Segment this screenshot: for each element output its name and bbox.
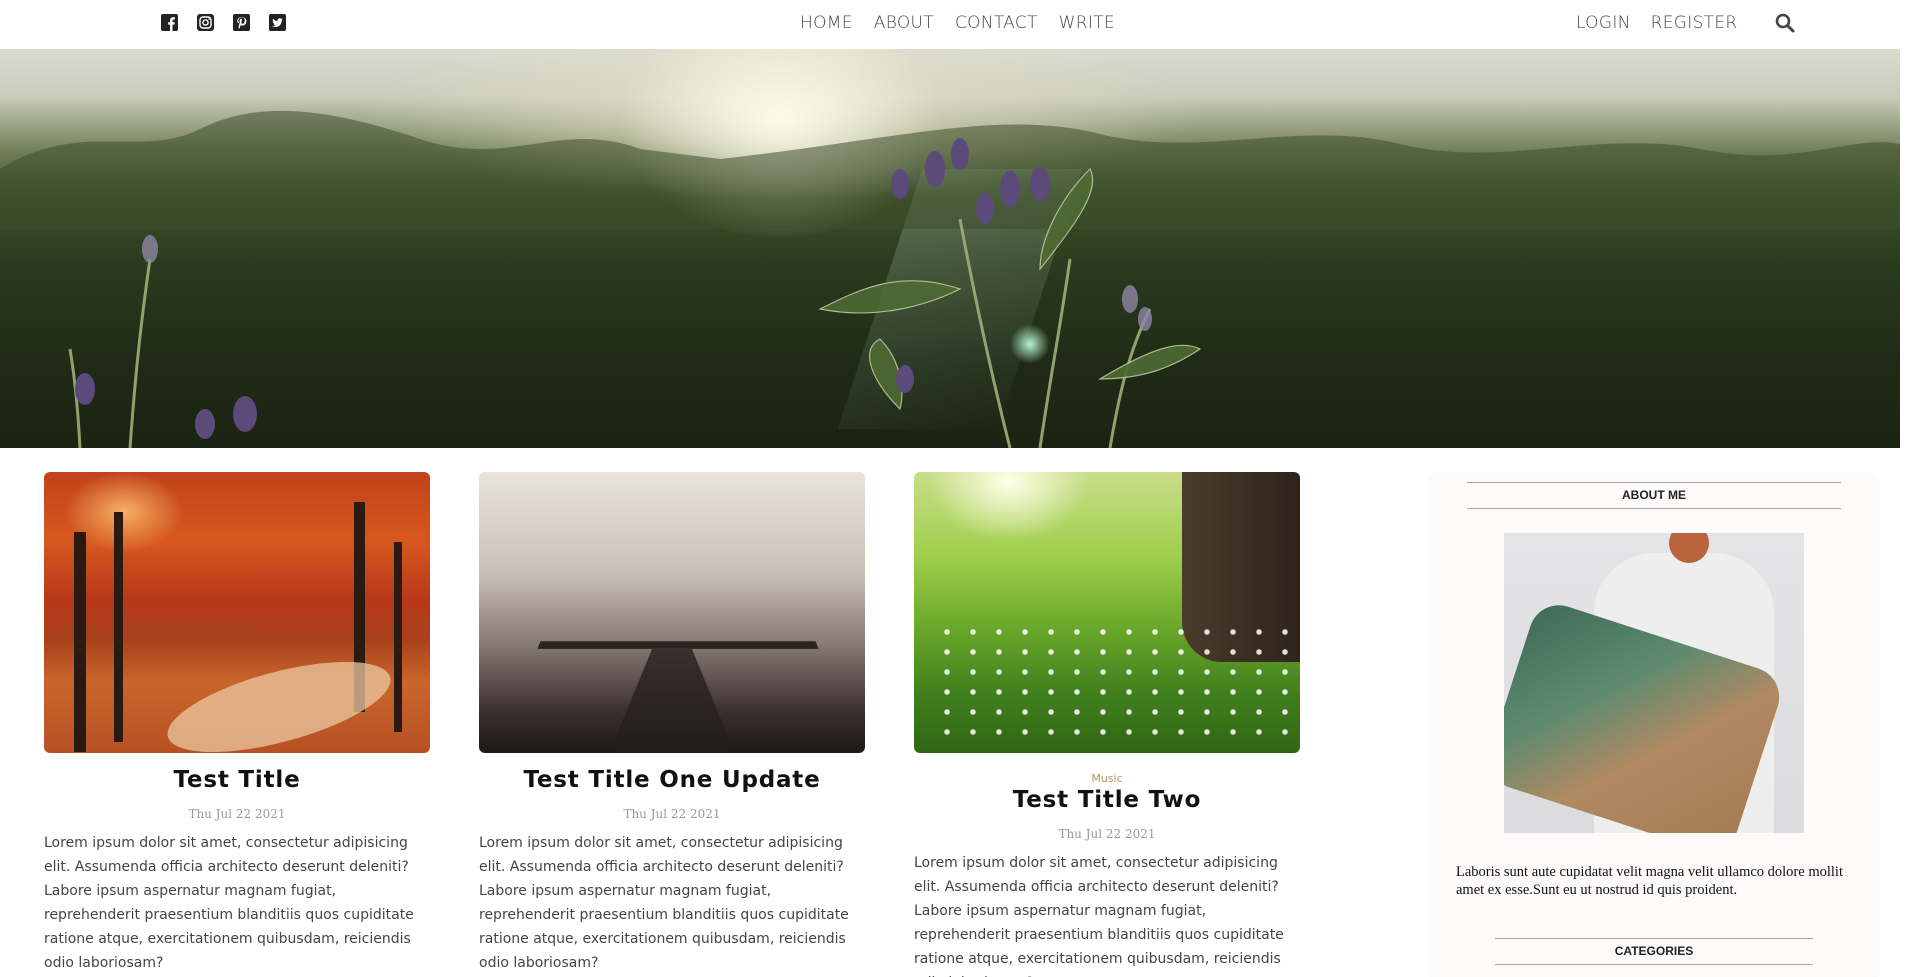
post-card: Test Title Thu Jul 22 2021 Lorem ipsum d… — [44, 472, 430, 975]
register-link[interactable]: REGISTER — [1651, 11, 1738, 35]
main-nav: HOME ABOUT CONTACT WRITE — [800, 11, 1115, 35]
post-excerpt: Lorem ipsum dolor sit amet, consectetur … — [479, 835, 849, 971]
post-date: Thu Jul 22 2021 — [1058, 827, 1156, 841]
post-date: Thu Jul 22 2021 — [188, 807, 286, 821]
hero-image — [0, 49, 1900, 448]
nav-home-link[interactable]: HOME — [800, 11, 853, 35]
account-nav: LOGIN REGISTER — [1576, 11, 1738, 35]
post-card: Test Title One Update Thu Jul 22 2021 Lo… — [479, 472, 865, 975]
pier-deck — [537, 641, 819, 649]
top-bar: HOME ABOUT CONTACT WRITE LOGIN REGISTER — [0, 0, 1907, 49]
about-me-text: Laboris sunt aute cupidatat velit magna … — [1456, 864, 1843, 898]
post-date: Thu Jul 22 2021 — [623, 807, 721, 821]
categories-heading: CATEGORIES — [1495, 938, 1813, 965]
post-excerpt: Lorem ipsum dolor sit amet, consectetur … — [44, 835, 414, 971]
hero-flowers-illustration — [0, 110, 1900, 448]
post-card: Music Test Title Two Thu Jul 22 2021 Lor… — [914, 472, 1300, 977]
post-image[interactable] — [44, 472, 430, 753]
about-me-heading: ABOUT ME — [1467, 482, 1841, 509]
nav-write-link[interactable]: WRITE — [1059, 11, 1115, 35]
instagram-icon[interactable] — [197, 14, 214, 31]
post-excerpt: Lorem ipsum dolor sit amet, consectetur … — [914, 855, 1284, 977]
post-category[interactable]: Music — [914, 773, 1300, 785]
about-me-photo — [1504, 533, 1804, 833]
sidebar: ABOUT ME Laboris sunt aute cupidatat vel… — [1428, 472, 1880, 977]
social-links — [161, 14, 286, 31]
pier-walkway — [607, 648, 737, 753]
post-image[interactable] — [914, 472, 1300, 753]
post-title[interactable]: Test Title One Update — [479, 765, 865, 795]
tree-trunk — [74, 532, 86, 752]
tree-trunk — [394, 542, 402, 732]
post-title[interactable]: Test Title — [44, 765, 430, 795]
meadow-flowers — [934, 622, 1294, 742]
nav-contact-link[interactable]: CONTACT — [955, 11, 1038, 35]
twitter-icon[interactable] — [269, 14, 286, 31]
login-link[interactable]: LOGIN — [1576, 11, 1631, 35]
pinterest-icon[interactable] — [233, 14, 250, 31]
hero-sun-flare — [1010, 324, 1050, 364]
about-me-section: ABOUT ME — [1467, 482, 1841, 509]
search-icon[interactable] — [1775, 13, 1795, 33]
tree-trunk — [114, 512, 123, 742]
categories-section: CATEGORIES — [1495, 938, 1813, 965]
facebook-icon[interactable] — [161, 14, 178, 31]
post-title[interactable]: Test Title Two — [914, 785, 1300, 815]
post-image[interactable] — [479, 472, 865, 753]
nav-about-link[interactable]: ABOUT — [874, 11, 934, 35]
